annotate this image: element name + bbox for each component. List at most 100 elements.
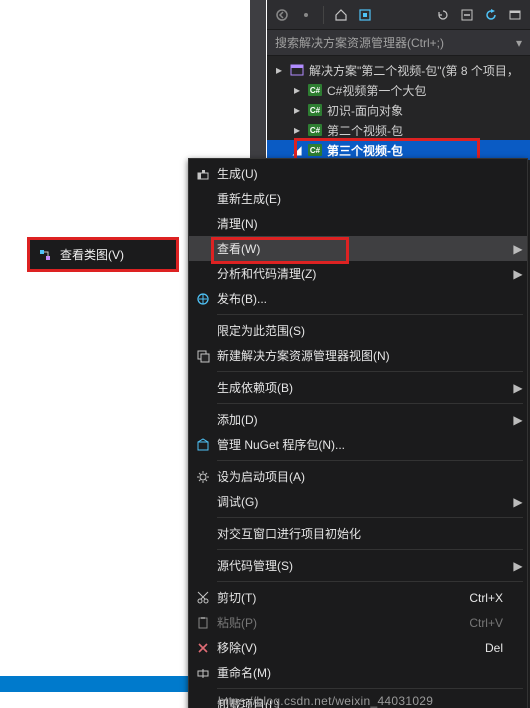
- history-icon[interactable]: [434, 6, 452, 24]
- csharp-project-icon: C#: [307, 122, 323, 138]
- class-view-icon: [38, 248, 52, 262]
- search-placeholder: 搜索解决方案资源管理器(Ctrl+;): [275, 34, 516, 51]
- tree-item-label: 第二个视频-包: [327, 122, 403, 139]
- menu-item-label: 源代码管理(S): [217, 557, 445, 574]
- tree-row-selected[interactable]: ◢ C# 第三个视频-包: [267, 140, 530, 160]
- solution-icon: [289, 62, 305, 78]
- chevron-down-icon[interactable]: ▾: [516, 36, 522, 50]
- menu-item[interactable]: 重新生成(E): [189, 186, 527, 211]
- menu-item[interactable]: 设为启动项目(A): [189, 464, 527, 489]
- menu-item[interactable]: 移除(V)Del: [189, 635, 527, 660]
- tree-item-label: C#视频第一个大包: [327, 82, 426, 99]
- newview-icon: [189, 349, 217, 363]
- menu-item[interactable]: 剪切(T)Ctrl+X: [189, 585, 527, 610]
- tree-row[interactable]: ▸ C# 初识-面向对象: [267, 100, 530, 120]
- tree-item-label: 初识-面向对象: [327, 102, 403, 119]
- menu-item-label: 对交互窗口进行项目初始化: [217, 525, 445, 542]
- expand-arrow-icon[interactable]: ▸: [291, 103, 303, 117]
- forward-icon[interactable]: [297, 6, 315, 24]
- class-view-popup[interactable]: 查看类图(V): [27, 237, 179, 272]
- rename-icon: [189, 666, 217, 680]
- menu-item-label: 生成(U): [217, 165, 445, 182]
- menu-item-label: 管理 NuGet 程序包(N)...: [217, 436, 445, 453]
- menu-item[interactable]: 分析和代码清理(Z) ▶: [189, 261, 527, 286]
- menu-item[interactable]: 发布(B)...: [189, 286, 527, 311]
- watermark-text: https://blog.csdn.net/weixin_44031029: [218, 694, 433, 708]
- menu-item[interactable]: 生成依赖项(B) ▶: [189, 375, 527, 400]
- publish-icon: [189, 292, 217, 306]
- collapse-all-icon[interactable]: [458, 6, 476, 24]
- menu-item-label: 设为启动项目(A): [217, 468, 445, 485]
- menu-item[interactable]: 调试(G) ▶: [189, 489, 527, 514]
- csharp-project-icon: C#: [307, 102, 323, 118]
- tree-item-label: 第三个视频-包: [327, 142, 403, 159]
- menu-separator: [217, 460, 523, 461]
- menu-item-label: 生成依赖项(B): [217, 379, 445, 396]
- sync-icon[interactable]: [356, 6, 374, 24]
- solution-explorer-toolbar: [267, 0, 530, 30]
- menu-item[interactable]: 新建解决方案资源管理器视图(N): [189, 343, 527, 368]
- show-all-icon[interactable]: [506, 6, 524, 24]
- menu-item-label: 重新生成(E): [217, 190, 445, 207]
- menu-item-label: 添加(D): [217, 411, 445, 428]
- menu-item-label: 新建解决方案资源管理器视图(N): [217, 347, 445, 364]
- menu-item-label: 剪切(T): [217, 589, 445, 606]
- menu-item-label: 重命名(M): [217, 664, 445, 681]
- menu-item-label: 调试(G): [217, 493, 445, 510]
- nuget-icon: [189, 438, 217, 452]
- menu-separator: [217, 371, 523, 372]
- solution-search[interactable]: 搜索解决方案资源管理器(Ctrl+;) ▾: [267, 30, 530, 56]
- menu-separator: [217, 688, 523, 689]
- cut-icon: [189, 591, 217, 605]
- paste-icon: [189, 616, 217, 630]
- solution-root-label: 解决方案"第二个视频-包"(第 8 个项目，: [309, 62, 519, 79]
- gear-icon: [189, 470, 217, 484]
- submenu-arrow-icon: ▶: [509, 495, 527, 509]
- tree-row[interactable]: ▸ C# C#视频第一个大包: [267, 80, 530, 100]
- context-menu: 生成(U) 重新生成(E) 清理(N) 查看(W)▶ 分析和代码清理(Z) ▶ 发布(B).…: [188, 158, 528, 708]
- menu-separator: [217, 314, 523, 315]
- menu-separator: [217, 549, 523, 550]
- menu-item[interactable]: 源代码管理(S) ▶: [189, 553, 527, 578]
- expand-arrow-icon[interactable]: ▸: [291, 123, 303, 137]
- submenu-arrow-icon: ▶: [509, 381, 527, 395]
- solution-tree: ▸ 解决方案"第二个视频-包"(第 8 个项目， ▸ C# C#视频第一个大包 …: [267, 56, 530, 164]
- menu-item[interactable]: 限定为此范围(S): [189, 318, 527, 343]
- refresh-icon[interactable]: [482, 6, 500, 24]
- tree-row[interactable]: ▸ C# 第二个视频-包: [267, 120, 530, 140]
- submenu-arrow-icon: ▶: [509, 413, 527, 427]
- menu-item: 粘贴(P)Ctrl+V: [189, 610, 527, 635]
- menu-item[interactable]: 对交互窗口进行项目初始化: [189, 521, 527, 546]
- expand-arrow-icon[interactable]: ◢: [291, 143, 303, 157]
- menu-item[interactable]: 添加(D) ▶: [189, 407, 527, 432]
- submenu-arrow-icon: ▶: [509, 267, 527, 281]
- menu-item[interactable]: 生成(U): [189, 161, 527, 186]
- class-view-label: 查看类图(V): [60, 246, 124, 263]
- home-icon[interactable]: [332, 6, 350, 24]
- menu-item[interactable]: 清理(N): [189, 211, 527, 236]
- menu-item[interactable]: 查看(W)▶: [189, 236, 527, 261]
- menu-separator: [217, 403, 523, 404]
- submenu-arrow-icon: ▶: [509, 559, 527, 573]
- menu-item-label: 分析和代码清理(Z): [217, 265, 445, 282]
- expand-arrow-icon[interactable]: ▸: [273, 63, 285, 77]
- back-icon[interactable]: [273, 6, 291, 24]
- menu-item-shortcut: Ctrl+X: [445, 591, 509, 605]
- solution-root[interactable]: ▸ 解决方案"第二个视频-包"(第 8 个项目，: [267, 60, 530, 80]
- menu-item-label: 移除(V): [217, 639, 445, 656]
- submenu-arrow-icon: ▶: [509, 242, 527, 256]
- menu-item[interactable]: 管理 NuGet 程序包(N)...: [189, 432, 527, 457]
- menu-separator: [217, 581, 523, 582]
- menu-item[interactable]: 重命名(M): [189, 660, 527, 685]
- csharp-project-icon: C#: [307, 142, 323, 158]
- menu-item-label: 发布(B)...: [217, 290, 445, 307]
- expand-arrow-icon[interactable]: ▸: [291, 83, 303, 97]
- menu-item-label: 限定为此范围(S): [217, 322, 445, 339]
- menu-item-shortcut: Ctrl+V: [445, 616, 509, 630]
- menu-separator: [217, 517, 523, 518]
- remove-icon: [189, 641, 217, 655]
- menu-item-label: 清理(N): [217, 215, 445, 232]
- menu-item-shortcut: Del: [445, 641, 509, 655]
- csharp-project-icon: C#: [307, 82, 323, 98]
- menu-item-label: 粘贴(P): [217, 614, 445, 631]
